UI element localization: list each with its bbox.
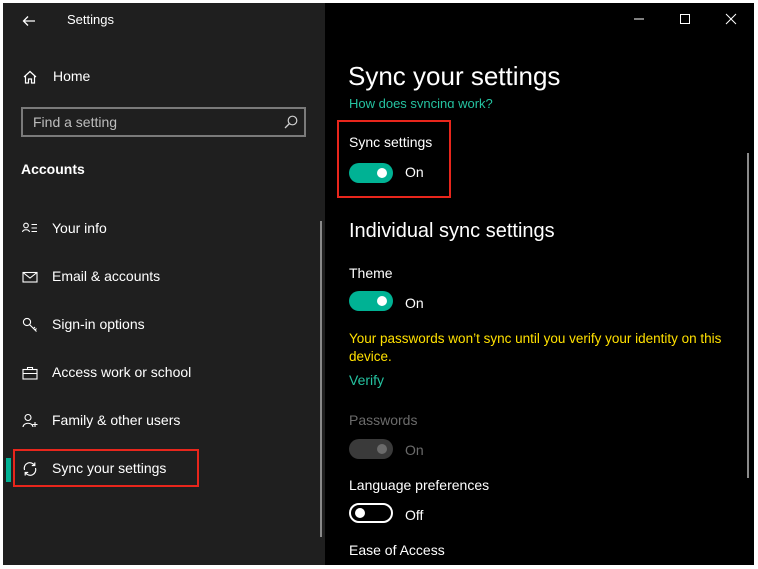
toggle-knob [377, 296, 387, 306]
settings-window: Settings Home Accounts Your info [3, 3, 754, 565]
window-controls [616, 3, 754, 35]
maximize-button[interactable] [662, 3, 708, 35]
verify-warning: Your passwords won’t sync until you veri… [349, 331, 722, 364]
highlight-box-sync [337, 120, 451, 198]
main-panel: Sync your settings How does syncing work… [325, 3, 754, 565]
language-state: Off [405, 507, 424, 523]
back-arrow-icon [22, 16, 35, 26]
main-scrollbar[interactable] [747, 153, 749, 478]
sidebar-scrollbar[interactable] [320, 221, 322, 537]
sidebar-item-label: Family & other users [52, 412, 181, 428]
passwords-state: On [405, 442, 424, 458]
sidebar-item-label: Sync your settings [52, 460, 167, 476]
sidebar-item-family[interactable]: Family & other users [3, 401, 325, 441]
toggle-knob [355, 508, 365, 518]
verify-link[interactable]: Verify [349, 372, 384, 388]
page-title: Sync your settings [348, 61, 561, 91]
toggle-knob [377, 168, 387, 178]
section-title: Accounts [21, 161, 85, 177]
toggle-knob [377, 444, 387, 454]
help-link[interactable]: How does syncing work? [349, 94, 549, 108]
close-button[interactable] [708, 3, 754, 35]
home-label: Home [53, 68, 91, 84]
key-icon [22, 317, 37, 332]
person-list-icon [22, 222, 37, 233]
individual-sync-heading: Individual sync settings [349, 220, 555, 242]
sidebar-item-your-info[interactable]: Your info [3, 209, 325, 249]
minimize-icon [634, 18, 644, 20]
passwords-toggle [349, 439, 393, 459]
sync-icon [23, 462, 37, 476]
theme-state: On [405, 295, 424, 311]
home-icon [23, 70, 37, 84]
theme-label: Theme [349, 265, 393, 281]
language-toggle[interactable] [349, 503, 393, 523]
minimize-button[interactable] [616, 3, 662, 35]
search-icon[interactable] [283, 114, 299, 130]
sidebar-item-label: Sign-in options [52, 316, 145, 332]
person-add-icon [22, 413, 38, 428]
sidebar-item-home[interactable]: Home [3, 61, 325, 93]
app-title: Settings [67, 12, 114, 27]
sync-settings-state: On [405, 164, 424, 180]
sidebar-item-label: Email & accounts [52, 268, 161, 284]
ease-of-access-label: Ease of Access [349, 542, 445, 558]
sidebar: Settings Home Accounts Your info [3, 3, 325, 565]
sidebar-item-sync-settings[interactable]: Sync your settings [3, 449, 325, 489]
sidebar-item-label: Access work or school [52, 364, 192, 380]
sync-settings-label: Sync settings [349, 134, 433, 150]
close-icon [725, 13, 737, 25]
passwords-label: Passwords [349, 412, 418, 428]
mail-icon [22, 271, 38, 283]
briefcase-icon [22, 366, 38, 380]
language-label: Language preferences [349, 477, 490, 493]
sidebar-item-access-work[interactable]: Access work or school [3, 353, 325, 393]
sidebar-item-email-accounts[interactable]: Email & accounts [3, 257, 325, 297]
search-input[interactable] [23, 109, 273, 135]
theme-toggle[interactable] [349, 291, 393, 311]
sidebar-item-label: Your info [52, 220, 107, 236]
sidebar-item-sign-in-options[interactable]: Sign-in options [3, 305, 325, 345]
maximize-icon [680, 14, 690, 24]
search-box[interactable] [21, 107, 306, 137]
back-button[interactable] [17, 9, 41, 33]
sync-settings-toggle[interactable] [349, 163, 393, 183]
selection-indicator [6, 458, 11, 482]
